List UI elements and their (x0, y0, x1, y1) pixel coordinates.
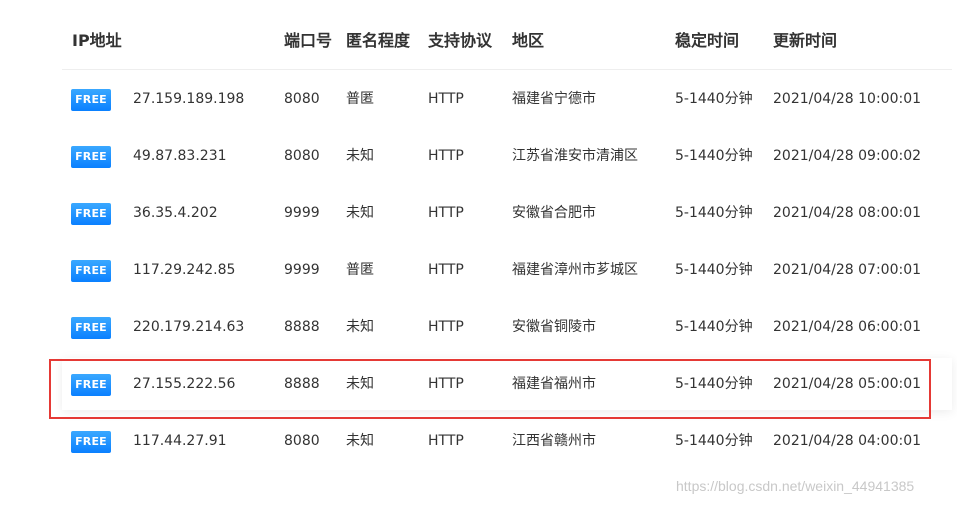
cell-anonymity: 未知 (346, 148, 374, 164)
cell-anonymity: 普匿 (346, 262, 374, 278)
free-badge: FREE (71, 146, 111, 168)
cell-anonymity: 未知 (346, 205, 374, 221)
proxy-list-page: IP地址 端口号 匿名程度 支持协议 地区 稳定时间 更新时间 FREE 27.… (0, 0, 957, 506)
header-stable-time[interactable]: 稳定时间 (675, 30, 739, 52)
header-region[interactable]: 地区 (512, 30, 544, 52)
cell-stable-time: 5-1440分钟 (675, 91, 753, 107)
cell-anonymity: 未知 (346, 319, 374, 335)
cell-stable-time: 5-1440分钟 (675, 433, 753, 449)
free-badge: FREE (71, 317, 111, 339)
cell-region: 江苏省淮安市清浦区 (512, 148, 638, 164)
cell-update-time: 2021/04/28 07:00:01 (773, 262, 922, 278)
cell-port: 8888 (284, 376, 320, 392)
cell-stable-time: 5-1440分钟 (675, 148, 753, 164)
cell-anonymity: 未知 (346, 376, 374, 392)
header-port[interactable]: 端口号 (284, 30, 332, 52)
cell-anonymity: 普匿 (346, 91, 374, 107)
cell-ip: 117.44.27.91 (133, 433, 227, 449)
cell-region: 福建省宁德市 (512, 91, 596, 107)
cell-ip: 27.155.222.56 (133, 376, 236, 392)
cell-update-time: 2021/04/28 04:00:01 (773, 433, 922, 449)
cell-port: 9999 (284, 205, 320, 221)
cell-region: 福建省福州市 (512, 376, 596, 392)
cell-protocol: HTTP (428, 262, 464, 278)
free-badge: FREE (71, 260, 111, 282)
cell-protocol: HTTP (428, 205, 464, 221)
header-protocol[interactable]: 支持协议 (428, 30, 492, 52)
cell-protocol: HTTP (428, 148, 464, 164)
cell-stable-time: 5-1440分钟 (675, 376, 753, 392)
free-badge: FREE (71, 89, 111, 111)
cell-ip: 27.159.189.198 (133, 91, 245, 107)
cell-update-time: 2021/04/28 10:00:01 (773, 91, 922, 107)
cell-protocol: HTTP (428, 91, 464, 107)
csdn-watermark: https://blog.csdn.net/weixin_44941385 (676, 478, 915, 494)
cell-port: 8080 (284, 91, 320, 107)
cell-port: 9999 (284, 262, 320, 278)
header-update-time[interactable]: 更新时间 (773, 30, 837, 52)
cell-anonymity: 未知 (346, 433, 374, 449)
cell-protocol: HTTP (428, 376, 464, 392)
cell-region: 安徽省合肥市 (512, 205, 596, 221)
table-row[interactable]: FREE 117.44.27.91 8080 未知 HTTP 江西省赣州市 5-… (62, 415, 952, 467)
table-row-highlighted[interactable]: FREE 27.155.222.56 8888 未知 HTTP 福建省福州市 5… (62, 358, 952, 410)
cell-update-time: 2021/04/28 09:00:02 (773, 148, 922, 164)
free-badge: FREE (71, 374, 111, 396)
cell-ip: 49.87.83.231 (133, 148, 227, 164)
table-row[interactable]: FREE 220.179.214.63 8888 未知 HTTP 安徽省铜陵市 … (62, 301, 952, 353)
cell-stable-time: 5-1440分钟 (675, 319, 753, 335)
cell-region: 安徽省铜陵市 (512, 319, 596, 335)
cell-stable-time: 5-1440分钟 (675, 262, 753, 278)
cell-stable-time: 5-1440分钟 (675, 205, 753, 221)
table-row[interactable]: FREE 36.35.4.202 9999 未知 HTTP 安徽省合肥市 5-1… (62, 187, 952, 239)
header-anonymity[interactable]: 匿名程度 (346, 30, 410, 52)
table-row[interactable]: FREE 117.29.242.85 9999 普匿 HTTP 福建省漳州市芗城… (62, 244, 952, 296)
cell-ip: 36.35.4.202 (133, 205, 218, 221)
cell-region: 福建省漳州市芗城区 (512, 262, 638, 278)
cell-region: 江西省赣州市 (512, 433, 596, 449)
free-badge: FREE (71, 431, 111, 453)
header-ip[interactable]: IP地址 (72, 30, 122, 52)
table-row[interactable]: FREE 49.87.83.231 8080 未知 HTTP 江苏省淮安市清浦区… (62, 130, 952, 182)
cell-ip: 117.29.242.85 (133, 262, 236, 278)
cell-update-time: 2021/04/28 06:00:01 (773, 319, 922, 335)
cell-update-time: 2021/04/28 05:00:01 (773, 376, 922, 392)
cell-port: 8080 (284, 148, 320, 164)
cell-protocol: HTTP (428, 433, 464, 449)
free-badge: FREE (71, 203, 111, 225)
cell-ip: 220.179.214.63 (133, 319, 245, 335)
table-row[interactable]: FREE 27.159.189.198 8080 普匿 HTTP 福建省宁德市 … (62, 73, 952, 125)
cell-port: 8080 (284, 433, 320, 449)
cell-update-time: 2021/04/28 08:00:01 (773, 205, 922, 221)
cell-port: 8888 (284, 319, 320, 335)
table-header: IP地址 端口号 匿名程度 支持协议 地区 稳定时间 更新时间 (62, 12, 952, 70)
cell-protocol: HTTP (428, 319, 464, 335)
